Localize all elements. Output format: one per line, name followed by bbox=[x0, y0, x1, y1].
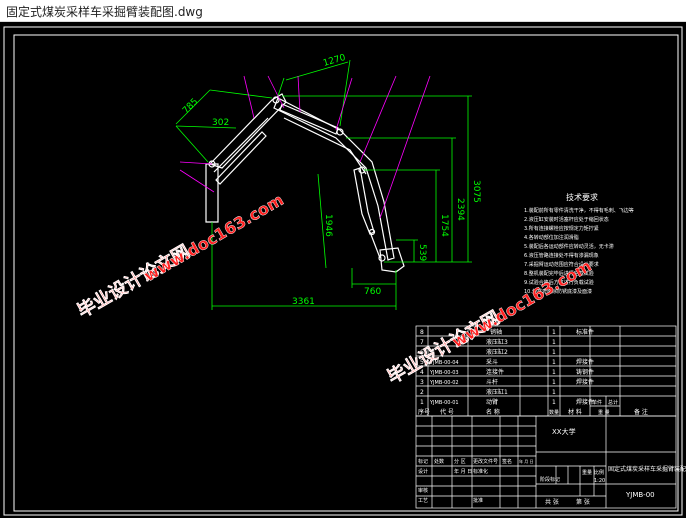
part-name: 采斗 bbox=[486, 358, 498, 366]
dim-302: 302 bbox=[212, 118, 229, 128]
header-remark: 备 注 bbox=[634, 408, 648, 416]
sign-label: 签名 bbox=[502, 458, 512, 465]
review-label: 审核 bbox=[418, 487, 428, 494]
dim-1754: 1754 bbox=[439, 214, 449, 237]
part-no: 1 bbox=[420, 399, 424, 406]
part-qty: 1 bbox=[552, 359, 556, 366]
part-code: YJMB-00-02 bbox=[429, 380, 459, 386]
window-titlebar: 固定式煤炭采样车采掘臂装配图.dwg bbox=[0, 0, 686, 22]
part-qty: 1 bbox=[552, 389, 556, 396]
dim-2394: 2394 bbox=[455, 198, 465, 221]
tech-req-line: 3.所有连接螺栓应按规定力矩拧紧 bbox=[524, 225, 599, 232]
title-block-text: XX大学 固定式煤炭采样车采掘臂装配图 YJMB-00 共 张 第 张 阶段标记… bbox=[418, 427, 686, 506]
stick-lower-edge bbox=[283, 117, 367, 175]
bucket-link bbox=[369, 231, 381, 259]
part-remark: 焊接件 bbox=[576, 358, 594, 366]
window-title: 固定式煤炭采样车采掘臂装配图.dwg bbox=[6, 5, 203, 19]
part-name: 液压缸1 bbox=[486, 388, 508, 396]
zone-label: 分 区 bbox=[454, 458, 466, 465]
watermark-url: www.doc163.com bbox=[449, 256, 595, 351]
std-label: 标准化 bbox=[473, 468, 488, 475]
design-label: 设计 bbox=[418, 468, 428, 475]
dim-1270: 1270 bbox=[322, 53, 347, 69]
dim-539: 539 bbox=[417, 244, 427, 261]
part-no: 8 bbox=[420, 329, 424, 336]
watermark-url: www.doc163.com bbox=[141, 190, 287, 285]
part-name: 动臂 bbox=[486, 398, 498, 406]
header-total-weight: 总计 bbox=[608, 399, 618, 406]
base-column bbox=[205, 163, 219, 223]
scale-value: 1:20 bbox=[594, 478, 605, 484]
part-qty: 1 bbox=[552, 399, 556, 406]
scale-label: 比例 bbox=[594, 469, 604, 476]
part-remark: 铸钢件 bbox=[576, 368, 594, 376]
part-qty: 1 bbox=[552, 369, 556, 376]
dim-1946: 1946 bbox=[323, 214, 333, 237]
drawing-canvas[interactable]: 1270 785 302 3075 2394 1754 1946 539 760… bbox=[0, 22, 686, 518]
tech-req-line: 1.装配前所有零件清洗干净，不得有毛刺、飞边等 bbox=[524, 207, 634, 214]
dim-3361: 3361 bbox=[292, 297, 315, 307]
approve-label: 批准 bbox=[473, 497, 483, 504]
part-name: 斗杆 bbox=[486, 378, 498, 386]
date-label: 年 月 日 bbox=[519, 458, 534, 464]
tech-req-line: 5.装配后各运动部件应转动灵活，无卡滞 bbox=[524, 243, 614, 250]
header-qty: 数量 bbox=[549, 409, 559, 416]
tech-req-line: 6.液压管路连接处不得有渗漏现象 bbox=[524, 252, 599, 259]
process-label: 工艺 bbox=[418, 498, 428, 504]
header-material: 材 料 bbox=[568, 408, 582, 416]
part-no: 7 bbox=[420, 339, 424, 346]
stage-label: 阶段标记 bbox=[540, 476, 560, 483]
part-no: 3 bbox=[420, 379, 424, 386]
cad-drawing: 1270 785 302 3075 2394 1754 1946 539 760… bbox=[3, 26, 686, 516]
part-remark: 焊接件 bbox=[576, 378, 594, 386]
header-code: 代 号 bbox=[440, 408, 454, 416]
header-name: 名 称 bbox=[486, 408, 500, 416]
drawing-title: 固定式煤炭采样车采掘臂装配图 bbox=[608, 465, 686, 473]
sheet-total: 共 张 bbox=[545, 498, 559, 506]
header-unit-weight: 单件 bbox=[592, 399, 602, 406]
watermarks: 毕业设计论文网 www.doc163.com 毕业设计论文网 www.doc16… bbox=[73, 190, 595, 389]
dim-760: 760 bbox=[364, 287, 381, 297]
header-weight: 重 量 bbox=[598, 409, 610, 416]
part-qty: 1 bbox=[552, 349, 556, 356]
part-qty: 1 bbox=[552, 339, 556, 346]
bucket-cylinder bbox=[353, 167, 375, 235]
tech-req-title: 技术要求 bbox=[566, 192, 598, 202]
part-qty: 1 bbox=[552, 329, 556, 336]
change-label: 更改文件号 bbox=[473, 458, 498, 465]
part-name: 连接件 bbox=[486, 368, 504, 376]
arm-assembly bbox=[205, 93, 405, 273]
tech-req-line: 2.液压缸安装时活塞杆应处于缩回状态 bbox=[524, 216, 609, 223]
part-code: YJMB-00-01 bbox=[429, 400, 459, 406]
part-name: 液压缸2 bbox=[486, 348, 508, 356]
tech-req-line: 4.各转动部位加注润滑脂 bbox=[524, 234, 579, 241]
drawing-number: YJMB-00 bbox=[625, 491, 655, 499]
part-no: 2 bbox=[420, 389, 424, 396]
count-label: 处数 bbox=[434, 458, 444, 465]
dim-3075: 3075 bbox=[471, 180, 481, 203]
dim-785: 785 bbox=[181, 97, 200, 116]
part-remark: 标准件 bbox=[576, 328, 594, 336]
part-code: YJMB-00-03 bbox=[429, 370, 459, 376]
boom-cylinder bbox=[215, 131, 267, 185]
mark-label: 标记 bbox=[418, 458, 428, 465]
part-qty: 1 bbox=[552, 379, 556, 386]
dimensions bbox=[175, 59, 472, 310]
part-name: 液压缸3 bbox=[486, 338, 508, 346]
design-date: 年 月 日 bbox=[454, 468, 472, 475]
school-name: XX大学 bbox=[552, 427, 576, 436]
weight-label: 重量 bbox=[582, 469, 592, 476]
header-no: 序号 bbox=[418, 408, 430, 416]
sheet-number: 第 张 bbox=[576, 498, 590, 506]
